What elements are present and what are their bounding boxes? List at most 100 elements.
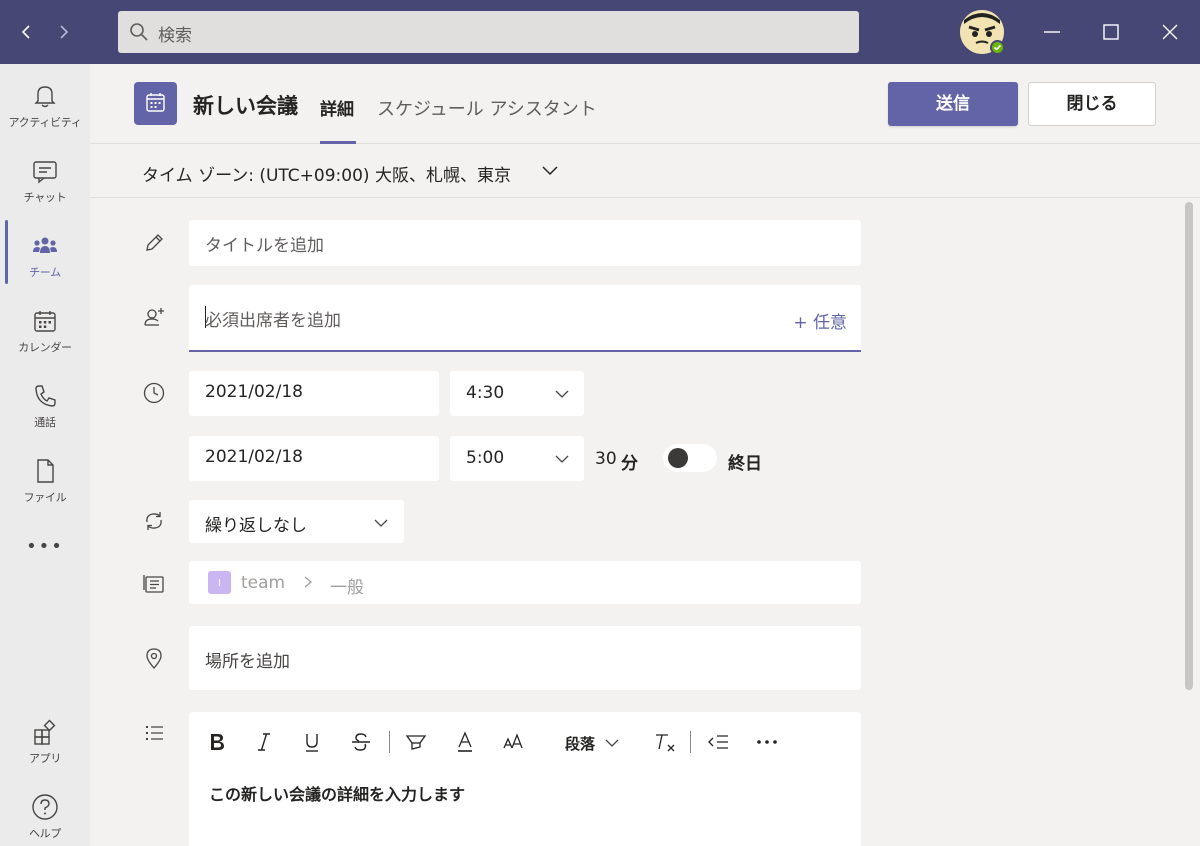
channel-selector[interactable]: team 一般 [189, 561, 861, 604]
decrease-indent-button[interactable] [707, 730, 731, 754]
calendar-icon [31, 307, 59, 335]
rail-item-help[interactable]: ヘルプ [0, 781, 90, 846]
forward-arrow-icon[interactable] [50, 18, 78, 46]
help-icon [31, 793, 59, 821]
rail-label-apps: アプリ [28, 752, 62, 765]
send-button[interactable]: 送信 [888, 82, 1018, 126]
rail-label-activity: アクティビティ [8, 116, 82, 129]
minimize-icon[interactable] [1036, 16, 1068, 48]
timezone-label: タイム ゾーン: (UTC+09:00) 大阪、札幌、東京 [142, 166, 511, 186]
rail-label-teams: チーム [29, 266, 61, 279]
meeting-calendar-icon [134, 82, 177, 125]
phone-icon [31, 382, 59, 410]
bulleted-list-icon [142, 721, 166, 745]
rail-label-calendar: カレンダー [18, 341, 72, 354]
more-options-icon[interactable] [755, 730, 779, 754]
all-day-label: 終日 [728, 454, 762, 474]
rail-item-teams[interactable]: チーム [0, 220, 90, 295]
font-color-button[interactable] [455, 730, 475, 754]
teams-icon [31, 232, 59, 260]
tab-details[interactable]: 詳細 [320, 95, 354, 120]
repeat-value: 繰り返しなし [205, 516, 307, 536]
bell-icon [31, 82, 59, 110]
apps-icon [31, 718, 59, 746]
title-placeholder: タイトルを追加 [205, 236, 324, 256]
rail-item-files[interactable]: ファイル [0, 445, 90, 520]
chevron-down-icon [604, 735, 620, 754]
rail-item-apps[interactable]: アプリ [0, 706, 90, 781]
details-placeholder: この新しい会議の詳細を入力します [209, 785, 466, 804]
all-day-toggle[interactable] [663, 444, 717, 472]
chevron-right-icon [302, 574, 314, 594]
close-button[interactable]: 閉じる [1028, 82, 1156, 126]
start-time-value: 4:30 [466, 383, 505, 403]
team-avatar-icon [208, 571, 231, 594]
back-arrow-icon[interactable] [12, 18, 40, 46]
repeat-dropdown[interactable]: 繰り返しなし [189, 500, 404, 543]
toolbar-divider [389, 731, 390, 753]
add-optional-link[interactable]: + 任意 [793, 308, 847, 333]
bold-button[interactable] [207, 730, 227, 754]
chevron-down-icon [373, 515, 389, 534]
rail-more-button[interactable]: ••• [0, 530, 90, 570]
pencil-icon [142, 231, 166, 255]
chevron-down-icon [554, 386, 570, 405]
location-placeholder: 場所を追加 [205, 652, 290, 672]
attendees-input[interactable]: 必須出席者を追加 + 任意 [189, 285, 861, 352]
duration-value: 30 [595, 449, 617, 469]
rail-item-calls[interactable]: 通話 [0, 370, 90, 445]
presence-available-icon [990, 40, 1005, 55]
start-time-dropdown[interactable]: 4:30 [450, 371, 584, 416]
file-icon [31, 457, 59, 485]
search-placeholder: 検索 [158, 26, 192, 46]
location-pin-icon [142, 646, 166, 670]
toolbar-divider [690, 731, 691, 753]
timezone-selector[interactable]: タイム ゾーン: (UTC+09:00) 大阪、札幌、東京 [90, 145, 1200, 198]
tab-scheduling-assistant[interactable]: スケジュール アシスタント [377, 95, 597, 121]
end-time-value: 5:00 [466, 448, 505, 468]
channel-team: team [241, 573, 286, 593]
search-icon [128, 21, 150, 47]
end-date-value: 2021/02/18 [205, 447, 303, 467]
clock-icon [142, 381, 166, 405]
paragraph-style-dropdown[interactable]: 段落 [565, 733, 595, 754]
underline-button[interactable] [302, 730, 322, 754]
search-input[interactable]: 検索 [118, 11, 859, 53]
rail-label-chat: チャット [23, 191, 67, 204]
vertical-scrollbar[interactable] [1185, 202, 1193, 690]
chevron-down-icon [540, 163, 560, 183]
clear-formatting-button[interactable] [653, 730, 677, 754]
rail-item-calendar[interactable]: カレンダー [0, 295, 90, 370]
channel-icon [142, 572, 166, 596]
add-person-icon [142, 305, 166, 329]
strikethrough-button[interactable] [350, 730, 372, 754]
more-icon: ••• [26, 536, 64, 557]
toggle-knob [668, 448, 688, 468]
end-date-picker[interactable]: 2021/02/18 [189, 436, 439, 481]
repeat-icon [142, 509, 166, 533]
location-input[interactable]: 場所を追加 [189, 626, 861, 690]
rail-label-calls: 通話 [34, 416, 56, 429]
app-rail: アクティビティ チャット チーム カレンダー 通話 ファイル ••• アプリ ヘ… [0, 64, 90, 846]
maximize-icon[interactable] [1095, 16, 1127, 48]
title-input[interactable]: タイトルを追加 [189, 220, 861, 266]
duration-unit: 分 [621, 454, 638, 474]
rail-item-activity[interactable]: アクティビティ [0, 70, 90, 145]
end-time-dropdown[interactable]: 5:00 [450, 436, 584, 481]
chat-icon [31, 157, 59, 185]
highlight-button[interactable] [404, 730, 428, 754]
meeting-header: 新しい会議 詳細 スケジュール アシスタント 送信 閉じる [90, 64, 1200, 144]
channel-name: 一般 [330, 578, 364, 598]
start-date-picker[interactable]: 2021/02/18 [189, 371, 439, 416]
rail-item-chat[interactable]: チャット [0, 145, 90, 220]
font-size-button[interactable] [502, 730, 526, 754]
attendees-placeholder: 必須出席者を追加 [205, 311, 341, 331]
start-date-value: 2021/02/18 [205, 382, 303, 402]
close-window-icon[interactable] [1154, 16, 1186, 48]
italic-button[interactable] [254, 730, 274, 754]
chevron-down-icon [554, 451, 570, 470]
rail-label-help: ヘルプ [28, 827, 62, 840]
tab-active-indicator [320, 141, 356, 144]
title-bar: 検索 [0, 0, 1200, 64]
rail-label-files: ファイル [23, 491, 67, 504]
